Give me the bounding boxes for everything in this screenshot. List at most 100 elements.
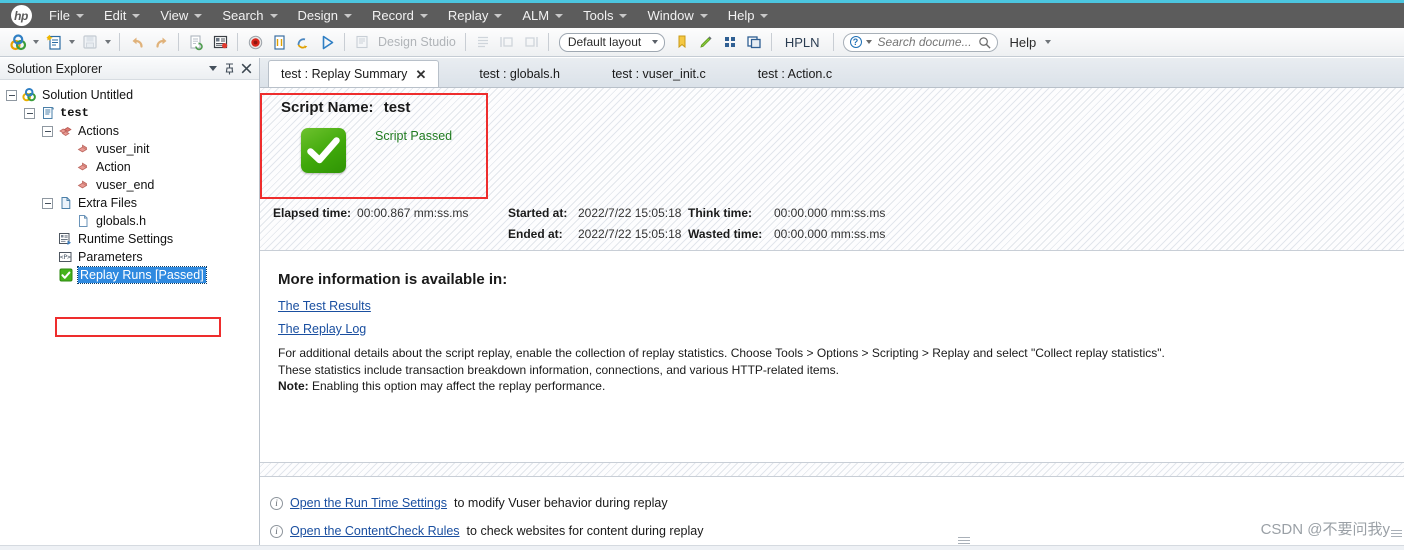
new-solution-dropdown-icon[interactable]	[30, 31, 42, 53]
menu-item-view[interactable]: View	[149, 4, 211, 27]
menu-item-edit[interactable]: Edit	[93, 4, 149, 27]
chevron-down-icon	[194, 13, 203, 18]
tree-item-extra-files[interactable]: Extra Files	[0, 194, 259, 212]
run-icon[interactable]	[316, 31, 338, 53]
new-solution-icon[interactable]	[7, 31, 29, 53]
menu-label: Replay	[447, 8, 489, 23]
tab-replay-summary[interactable]: test : Replay Summary ✕	[268, 60, 440, 87]
close-icon[interactable]	[238, 60, 255, 77]
new-script-icon[interactable]	[43, 31, 65, 53]
action-icon	[75, 141, 92, 157]
close-icon[interactable]: ✕	[415, 68, 426, 81]
folder-file-icon	[57, 195, 74, 211]
search-icon[interactable]	[978, 36, 991, 49]
design-studio-icon[interactable]	[351, 31, 373, 53]
grid-icon[interactable]	[719, 31, 741, 53]
menu-label: Search	[222, 8, 264, 23]
undo-icon[interactable]	[126, 31, 148, 53]
save-icon[interactable]	[79, 31, 101, 53]
dropdown-icon[interactable]	[204, 60, 221, 77]
help-dropdown-icon[interactable]	[1042, 31, 1054, 53]
tree-item-solution[interactable]: Solution Untitled	[0, 86, 259, 104]
section-heading: More information is available in:	[278, 271, 508, 288]
windows-icon[interactable]	[743, 31, 765, 53]
green-check-icon	[301, 128, 346, 173]
expander-placeholder	[42, 270, 53, 281]
tree-item-parameters[interactable]: <P> Parameters	[0, 248, 259, 266]
link-open-contentcheck-rules[interactable]: Open the ContentCheck Rules	[290, 524, 460, 538]
steps-icon[interactable]	[472, 31, 494, 53]
compile-icon[interactable]	[185, 31, 207, 53]
menu-item-design[interactable]: Design	[287, 4, 361, 27]
menu-item-window[interactable]: Window	[636, 4, 716, 27]
tree-item-label: Extra Files	[78, 196, 138, 210]
menu-item-record[interactable]: Record	[361, 4, 437, 27]
more-information-section: More information is available in: The Te…	[260, 251, 1404, 462]
tree-item-action[interactable]: Action	[0, 158, 259, 176]
green-check-icon	[57, 267, 74, 283]
highlighter-icon[interactable]	[695, 31, 717, 53]
menu-label: View	[160, 8, 189, 23]
replay-refresh-icon[interactable]	[292, 31, 314, 53]
toolbar-divider	[464, 33, 466, 51]
tree-item-vuser-init[interactable]: vuser_init	[0, 140, 259, 158]
tree-item-label: Action	[96, 160, 131, 174]
toolbar-divider	[237, 33, 238, 51]
help-label[interactable]: Help	[998, 35, 1043, 50]
expander-minus-icon[interactable]	[6, 89, 17, 101]
parameters-icon: <P>	[57, 249, 74, 265]
record-icon[interactable]	[244, 31, 266, 53]
tree-item-vuser-end[interactable]: vuser_end	[0, 176, 259, 194]
script-details-icon[interactable]	[209, 31, 231, 53]
stat-value: 2022/7/22 15:05:18	[578, 206, 682, 220]
hp-logo[interactable]: hp	[4, 5, 38, 27]
menu-item-alm[interactable]: ALM	[511, 4, 572, 27]
layout-select[interactable]: Default layout	[558, 32, 665, 52]
chevron-down-icon	[75, 13, 84, 18]
search-input[interactable]	[875, 34, 974, 50]
horizontal-scroll-grip[interactable]	[958, 537, 970, 544]
tab-vuser-init-c[interactable]: test : vuser_init.c	[600, 61, 718, 87]
toolbar-divider	[344, 33, 345, 51]
save-dropdown-icon[interactable]	[102, 31, 114, 53]
search-documentation[interactable]: ?	[842, 32, 998, 52]
quick-link-row-runtime-settings: i Open the Run Time Settings to modify V…	[270, 489, 1404, 517]
tab-action-c[interactable]: test : Action.c	[746, 61, 844, 87]
chevron-down-icon[interactable]	[865, 40, 872, 44]
replay-script-icon[interactable]	[268, 31, 290, 53]
hpln-label[interactable]: HPLN	[777, 35, 828, 50]
link-replay-log[interactable]: The Replay Log	[278, 322, 366, 336]
menu-item-tools[interactable]: Tools	[572, 4, 636, 27]
chevron-down-icon	[760, 13, 769, 18]
tree-item-test-script[interactable]: test	[0, 104, 259, 122]
expander-minus-icon[interactable]	[42, 125, 53, 137]
tree-item-replay-runs[interactable]: Replay Runs [Passed]	[0, 266, 259, 284]
tree-item-runtime-settings[interactable]: Runtime Settings	[0, 230, 259, 248]
chevron-down-icon	[132, 13, 141, 18]
menu-label: ALM	[522, 8, 550, 23]
expander-minus-icon[interactable]	[42, 197, 53, 209]
stat-label: Wasted time:	[688, 227, 763, 241]
snapshot-left-icon[interactable]	[496, 31, 518, 53]
menu-label: Record	[371, 8, 414, 23]
bookmark-icon[interactable]	[671, 31, 693, 53]
tree-item-actions[interactable]: Actions	[0, 122, 259, 140]
link-open-runtime-settings[interactable]: Open the Run Time Settings	[290, 496, 447, 510]
menu-item-search[interactable]: Search	[211, 4, 286, 27]
snapshot-right-icon[interactable]	[520, 31, 542, 53]
expander-minus-icon[interactable]	[24, 107, 35, 119]
vertical-scroll-grip[interactable]	[1391, 530, 1402, 537]
menu-item-replay[interactable]: Replay	[437, 4, 511, 27]
section-divider-band	[260, 462, 1404, 477]
link-test-results[interactable]: The Test Results	[278, 299, 371, 313]
info-paragraph-line1: For additional details about the script …	[278, 346, 1165, 360]
tree-item-label: Runtime Settings	[78, 232, 174, 246]
new-script-dropdown-icon[interactable]	[66, 31, 78, 53]
pin-icon[interactable]	[221, 60, 238, 77]
menu-item-file[interactable]: File	[38, 4, 93, 27]
tab-globals-h[interactable]: test : globals.h	[467, 61, 572, 87]
tree-item-globals-h[interactable]: globals.h	[0, 212, 259, 230]
redo-icon[interactable]	[150, 31, 172, 53]
replay-summary-content: Script Name: test Script Passed Elapsed …	[260, 88, 1404, 550]
menu-item-help[interactable]: Help	[717, 4, 778, 27]
